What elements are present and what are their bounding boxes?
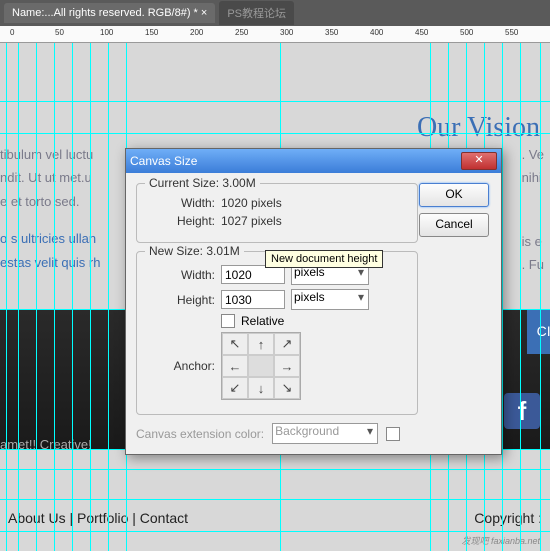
watermark: 发现吧 faxianba.net (461, 533, 540, 549)
anchor-e[interactable]: → (274, 355, 300, 377)
current-size-legend: Current Size: 3.00M (145, 176, 260, 190)
anchor-label: Anchor: (147, 359, 215, 373)
extension-color-label: Canvas extension color: (136, 427, 264, 441)
anchor-se[interactable]: ↘ (274, 377, 300, 399)
anchor-nw[interactable]: ↖ (222, 333, 248, 355)
new-size-legend: New Size: 3.01M (145, 244, 244, 258)
extension-color-swatch[interactable] (386, 427, 400, 441)
anchor-n[interactable]: ↑ (248, 333, 274, 355)
canvas: Our Vision tibulum vel luctundit. Ut ut … (0, 43, 550, 551)
relative-checkbox[interactable] (221, 314, 235, 328)
footer-links[interactable]: About Us | Portfolio | Contact (8, 506, 188, 531)
current-size-group: Current Size: 3.00M Width:1020 pixels He… (136, 183, 418, 243)
anchor-sw[interactable]: ↙ (222, 377, 248, 399)
anchor-center[interactable] (248, 355, 274, 377)
social-badge: CIA (527, 309, 550, 354)
tab-active[interactable]: Name:...All rights reserved. RGB/8#) * × (4, 3, 215, 23)
canvas-size-dialog: Canvas Size ✕ OK Cancel Current Size: 3.… (125, 148, 502, 455)
anchor-w[interactable]: ← (222, 355, 248, 377)
relative-label: Relative (241, 314, 284, 328)
close-icon[interactable]: ✕ (461, 152, 497, 170)
anchor-grid[interactable]: ↖ ↑ ↗ ← → ↙ ↓ ↘ (221, 332, 301, 400)
height-input[interactable] (221, 290, 285, 309)
ruler-horizontal: 0 50 100 150 200 250 300 350 400 450 500… (0, 26, 550, 43)
anchor-s[interactable]: ↓ (248, 377, 274, 399)
tagline: amet!! Creative! (0, 433, 92, 456)
dialog-titlebar[interactable]: Canvas Size ✕ (126, 149, 501, 173)
dialog-title: Canvas Size (130, 154, 197, 168)
document-tabs: Name:...All rights reserved. RGB/8#) * ×… (0, 0, 550, 26)
footer-nav: About Us | Portfolio | Contact Copyright… (0, 506, 550, 531)
tab-inactive[interactable]: PS教程论坛 (219, 1, 294, 25)
extension-color-row: Canvas extension color: Background (136, 423, 491, 444)
tooltip-height: New document height (265, 250, 383, 268)
width-label: Width: (147, 268, 215, 282)
height-label: Height: (147, 293, 215, 307)
height-unit-select[interactable]: pixels (291, 289, 369, 310)
anchor-ne[interactable]: ↗ (274, 333, 300, 355)
facebook-icon[interactable]: f (504, 393, 540, 429)
cancel-button[interactable]: Cancel (419, 213, 489, 237)
extension-color-select[interactable]: Background (272, 423, 378, 444)
ok-button[interactable]: OK (419, 183, 489, 207)
new-size-group: New Size: 3.01M Width: pixels Height: pi… (136, 251, 418, 415)
